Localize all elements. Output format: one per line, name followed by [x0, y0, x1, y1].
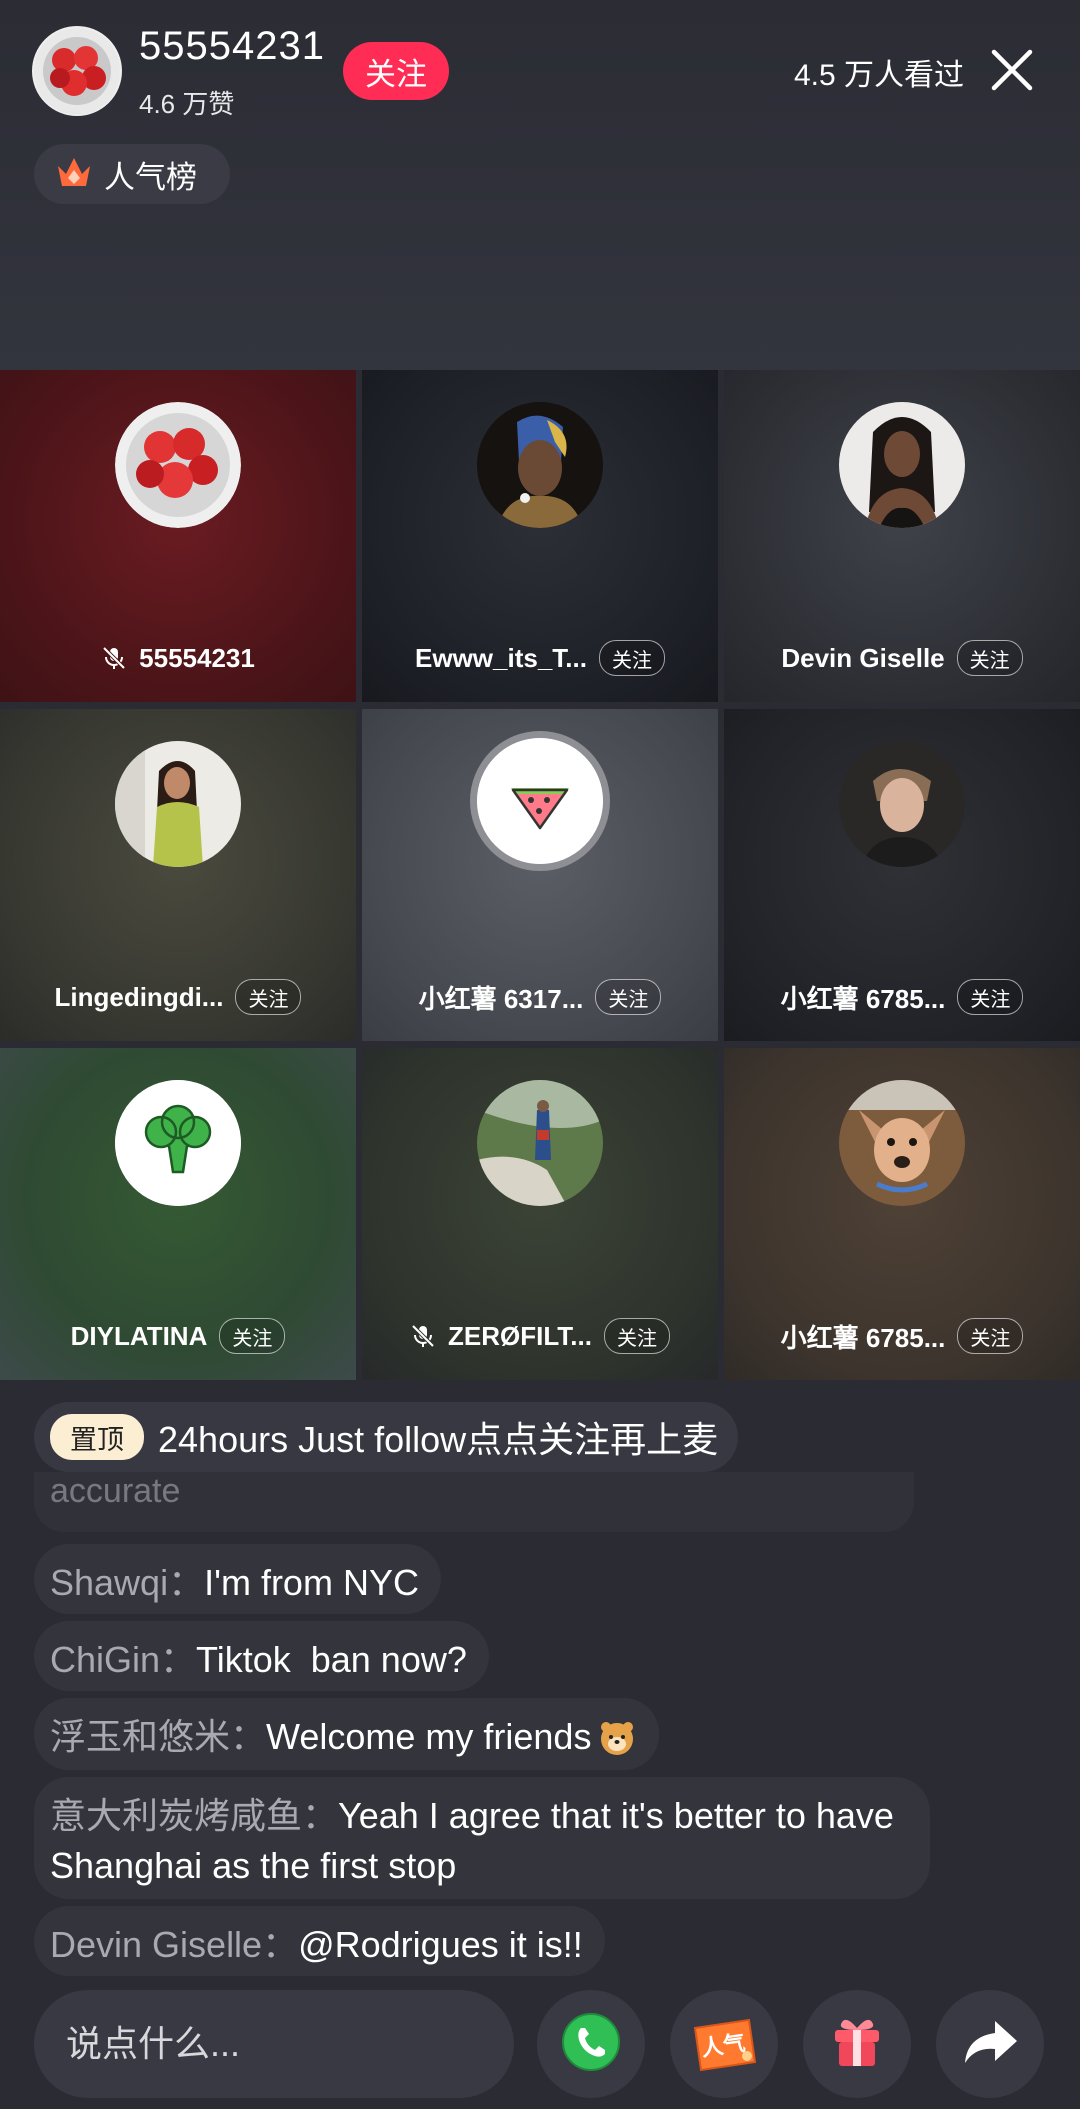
chat-text: I'm from NYC [204, 1562, 419, 1603]
guest-tile[interactable]: DIYLATINA 关注 [0, 1048, 356, 1380]
chat-username: Devin Giselle： [50, 1924, 299, 1965]
guest-avatar [115, 741, 241, 867]
follow-host-button[interactable]: 关注 [343, 42, 449, 100]
guest-name: Devin Giselle [781, 642, 945, 673]
chat-message[interactable]: 意大利炭烤咸鱼：Yeah I agree that it's better to… [34, 1777, 930, 1899]
rank-label: 人气榜 [104, 159, 197, 195]
chat-username: Shawqi： [50, 1562, 205, 1603]
bear-emoji-icon [597, 1717, 637, 1757]
guest-avatar [115, 1080, 241, 1206]
comment-input[interactable] [64, 2022, 488, 2066]
follow-guest-button[interactable]: 关注 [235, 979, 302, 1015]
guest-name: 小红薯 6785... [780, 1322, 946, 1353]
close-icon[interactable] [990, 48, 1034, 92]
guest-name: 小红薯 6317... [418, 983, 584, 1014]
chat-text: Welcome my friends [266, 1716, 592, 1757]
call-button[interactable] [537, 1990, 645, 2098]
popularity-rank-button[interactable]: 人气榜 [34, 144, 230, 204]
chat-message[interactable]: Devin Giselle：@Rodrigues it is!! [34, 1906, 605, 1976]
guest-name: Lingedingdi... [54, 981, 224, 1012]
popularity-ticket-icon: 人气 [689, 2014, 759, 2074]
mic-muted-icon [101, 645, 127, 671]
follow-guest-button[interactable]: 关注 [603, 1318, 670, 1354]
guest-name: DIYLATINA [70, 1320, 208, 1351]
guest-avatar [477, 1080, 603, 1206]
guest-grid: 55554231 Ewww_its_T... 关注 Devin Giselle … [0, 370, 1080, 1384]
popularity-boost-button[interactable]: 人气 [670, 1990, 778, 2098]
guest-tile[interactable]: Devin Giselle 关注 [724, 370, 1080, 702]
follow-guest-button[interactable]: 关注 [956, 640, 1023, 676]
crown-icon [54, 154, 94, 195]
guest-avatar [839, 402, 965, 528]
pinned-text: 24hours Just follow点点关注再上麦 [158, 1419, 719, 1460]
guest-tile[interactable]: 55554231 [0, 370, 356, 702]
watermelon-icon [477, 738, 603, 864]
comment-input-container[interactable] [34, 1990, 514, 2098]
follow-guest-button[interactable]: 关注 [219, 1318, 286, 1354]
faded-chat-text: accurate [50, 1472, 181, 1510]
chat-username: ChiGin： [50, 1639, 197, 1680]
guest-tile[interactable]: 小红薯 6785... 关注 [724, 709, 1080, 1041]
guest-tile[interactable]: Lingedingdi... 关注 [0, 709, 356, 1041]
popularity-label: 人气 [699, 2030, 747, 2061]
gift-icon [827, 2012, 887, 2077]
guest-avatar [115, 402, 241, 528]
follow-guest-button[interactable]: 关注 [957, 1318, 1024, 1354]
phone-icon [559, 2010, 623, 2079]
share-arrow-icon [961, 2017, 1019, 2072]
share-button[interactable] [936, 1990, 1044, 2098]
chat-message[interactable]: 浮玉和悠米：Welcome my friends [34, 1698, 660, 1770]
guest-name: 小红薯 6785... [780, 983, 946, 1014]
pinned-message[interactable]: 置顶 24hours Just follow点点关注再上麦 [34, 1402, 739, 1472]
guest-avatar [477, 402, 603, 528]
guest-tile[interactable]: Ewww_its_T... 关注 [362, 370, 718, 702]
guest-avatar [839, 1080, 965, 1206]
broccoli-icon [115, 1080, 241, 1206]
chat-text: @Rodrigues it is!! [298, 1924, 583, 1965]
chat-message[interactable]: ChiGin：Tiktok ban now? [34, 1621, 489, 1691]
guest-name: ZERØFILT... [448, 1320, 592, 1351]
chat-text: Tiktok ban now? [196, 1639, 467, 1680]
follow-guest-button[interactable]: 关注 [957, 979, 1024, 1015]
guest-name: Ewww_its_T... [415, 642, 587, 673]
guest-tile[interactable]: 小红薯 6785... 关注 [724, 1048, 1080, 1380]
chat-username: 浮玉和悠米： [50, 1716, 267, 1757]
follow-guest-button[interactable]: 关注 [598, 640, 665, 676]
pinned-tag: 置顶 [50, 1414, 144, 1460]
guest-avatar [839, 741, 965, 867]
gift-button[interactable] [803, 1990, 911, 2098]
follow-guest-button[interactable]: 关注 [595, 979, 662, 1015]
mic-muted-icon [410, 1323, 436, 1349]
chat-username: 意大利炭烤咸鱼： [50, 1795, 339, 1836]
guest-tile[interactable]: ZERØFILT... 关注 [362, 1048, 718, 1380]
host-likes-count: 4.6 万赞 [139, 89, 235, 119]
guest-avatar [470, 731, 610, 871]
guest-tile[interactable]: 小红薯 6317... 关注 [362, 709, 718, 1041]
host-username: 55554231 [139, 24, 325, 68]
faded-chat-message: accurate [34, 1472, 914, 1532]
chat-message[interactable]: Shawqi：I'm from NYC [34, 1544, 441, 1614]
guest-name: 55554231 [139, 642, 255, 673]
host-avatar[interactable] [32, 26, 122, 116]
viewer-count: 4.5 万人看过 [793, 59, 964, 92]
